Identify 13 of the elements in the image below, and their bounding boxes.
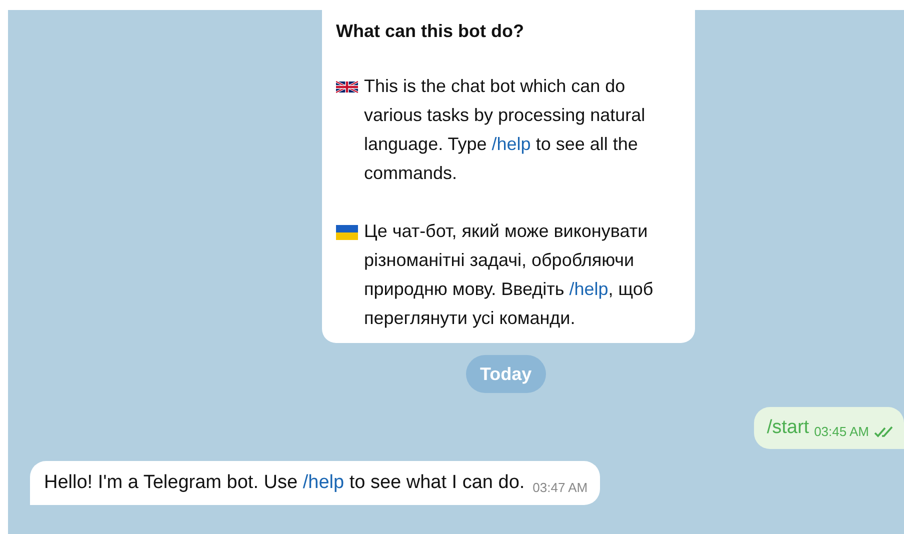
message-time: 03:47 AM [532, 479, 588, 497]
message-time: 03:45 AM [814, 423, 869, 441]
ukraine-flag-icon [336, 225, 358, 240]
card-title: What can this bot do? [336, 20, 525, 43]
date-pill: Today [466, 355, 546, 393]
help-command-link[interactable]: /help [492, 134, 531, 154]
message-text: Це чат-бот, який може виконувати різноманітні задачі, обробляючи природню мову. Введіть /help, щоб переглянути усі команди. [364, 220, 654, 330]
message-text: This is the chat bot which can do various tasks by processing natural language. Type /help to see all the commands. [364, 75, 646, 185]
help-command-link[interactable]: /help [302, 472, 344, 493]
help-command-link[interactable]: /help [569, 279, 608, 299]
message-text: /start [766, 416, 810, 440]
uk-flag-icon [336, 80, 358, 94]
message-text: Hello! I'm a Telegram bot. Use /help to see what I can do. [44, 471, 525, 495]
